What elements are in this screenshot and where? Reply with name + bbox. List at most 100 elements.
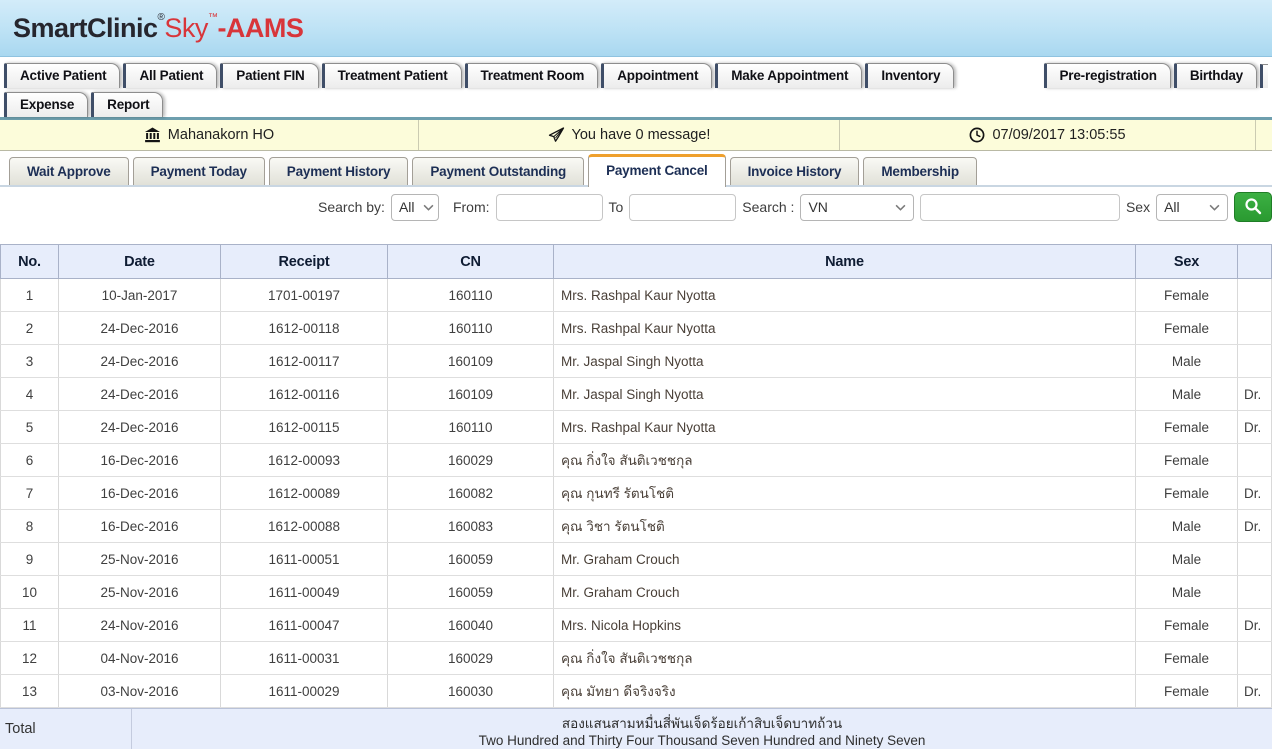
cell-date: 24-Dec-2016 <box>59 345 221 378</box>
cell-doctor: Dr. <box>1238 411 1272 444</box>
search-type-select[interactable]: VN <box>800 194 914 221</box>
col-header-name: Name <box>554 245 1136 279</box>
table-row[interactable]: 5 24-Dec-2016 1612-00115 160110 Mrs. Ras… <box>1 411 1272 444</box>
table-row[interactable]: 9 25-Nov-2016 1611-00051 160059 Mr. Grah… <box>1 543 1272 576</box>
main-tab[interactable]: Treatment Patient <box>322 63 462 88</box>
app-logo: SmartClinic®Sky™-AAMS <box>13 13 303 44</box>
to-label: To <box>609 199 624 215</box>
col-header-sex: Sex <box>1136 245 1238 279</box>
main-tabs-row1-right: Pre-registrationBirthday <box>1044 63 1261 88</box>
cell-doctor <box>1238 312 1272 345</box>
table-body: 1 10-Jan-2017 1701-00197 160110 Mrs. Ras… <box>1 279 1272 708</box>
cell-sex: Female <box>1136 411 1238 444</box>
message-info[interactable]: You have 0 message! <box>419 120 840 150</box>
branch-name: Mahanakorn HO <box>168 127 274 143</box>
cell-doctor <box>1238 345 1272 378</box>
cell-receipt: 1612-00089 <box>221 477 388 510</box>
table-row[interactable]: 3 24-Dec-2016 1612-00117 160109 Mr. Jasp… <box>1 345 1272 378</box>
main-tab[interactable]: Appointment <box>601 63 712 88</box>
cell-name: Mrs. Rashpal Kaur Nyotta <box>554 411 1136 444</box>
message-text: You have 0 message! <box>572 127 711 143</box>
col-header-no: No. <box>1 245 59 279</box>
main-tab-sliver[interactable] <box>1260 64 1268 88</box>
total-amount-thai: สองแสนสามหมื่นสี่พันเจ็ดร้อยเก้าสิบเจ็ดบ… <box>132 715 1272 732</box>
cell-receipt: 1611-00031 <box>221 642 388 675</box>
cell-doctor: Dr. <box>1238 675 1272 708</box>
main-tab[interactable]: Patient FIN <box>220 63 318 88</box>
cell-no: 6 <box>1 444 59 477</box>
cell-name: Mr. Jaspal Singh Nyotta <box>554 378 1136 411</box>
sub-tab[interactable]: Payment Outstanding <box>412 157 584 185</box>
cell-cn: 160059 <box>388 576 554 609</box>
table-row[interactable]: 1 10-Jan-2017 1701-00197 160110 Mrs. Ras… <box>1 279 1272 312</box>
main-tab[interactable]: Report <box>91 92 163 117</box>
main-tab[interactable]: All Patient <box>123 63 217 88</box>
col-header-receipt: Receipt <box>221 245 388 279</box>
cell-name: คุณ มัทยา ดีจริงจริง <box>554 675 1136 708</box>
cell-doctor <box>1238 444 1272 477</box>
table-row[interactable]: 2 24-Dec-2016 1612-00118 160110 Mrs. Ras… <box>1 312 1272 345</box>
sub-tab[interactable]: Payment Cancel <box>588 154 726 187</box>
info-bar: Mahanakorn HO You have 0 message! 07/09/… <box>0 120 1272 151</box>
cell-name: คุณ กุนทรี รัตนโชติ <box>554 477 1136 510</box>
cell-name: Mr. Graham Crouch <box>554 543 1136 576</box>
cell-sex: Female <box>1136 477 1238 510</box>
from-date-input[interactable] <box>496 194 603 221</box>
cell-date: 16-Dec-2016 <box>59 477 221 510</box>
sub-tab[interactable]: Wait Approve <box>9 157 129 185</box>
table-row[interactable]: 4 24-Dec-2016 1612-00116 160109 Mr. Jasp… <box>1 378 1272 411</box>
main-tab[interactable]: Expense <box>4 92 88 117</box>
sub-tab[interactable]: Payment History <box>269 157 409 185</box>
main-tabs-row2: ExpenseReport <box>4 92 166 117</box>
cell-cn: 160110 <box>388 279 554 312</box>
cell-doctor <box>1238 279 1272 312</box>
main-tab[interactable]: Active Patient <box>4 63 120 88</box>
cell-date: 16-Dec-2016 <box>59 510 221 543</box>
cell-no: 9 <box>1 543 59 576</box>
table-row[interactable]: 7 16-Dec-2016 1612-00089 160082 คุณ กุนท… <box>1 477 1272 510</box>
search-by-select[interactable]: All <box>391 194 439 221</box>
cell-receipt: 1611-00049 <box>221 576 388 609</box>
sub-tab[interactable]: Membership <box>863 157 977 185</box>
chevron-down-icon <box>1209 204 1220 211</box>
table-row[interactable]: 13 03-Nov-2016 1611-00029 160030 คุณ มัท… <box>1 675 1272 708</box>
cell-date: 16-Dec-2016 <box>59 444 221 477</box>
to-date-input[interactable] <box>629 194 736 221</box>
cell-receipt: 1612-00117 <box>221 345 388 378</box>
cell-cn: 160110 <box>388 411 554 444</box>
sub-tab[interactable]: Payment Today <box>133 157 265 185</box>
sub-tab[interactable]: Invoice History <box>730 157 860 185</box>
search-button[interactable] <box>1234 192 1272 222</box>
main-tab[interactable]: Treatment Room <box>465 63 599 88</box>
main-tab[interactable]: Pre-registration <box>1044 63 1171 88</box>
cell-date: 03-Nov-2016 <box>59 675 221 708</box>
table-row[interactable]: 11 24-Nov-2016 1611-00047 160040 Mrs. Ni… <box>1 609 1272 642</box>
cell-no: 13 <box>1 675 59 708</box>
table-row[interactable]: 6 16-Dec-2016 1612-00093 160029 คุณ กิ่ง… <box>1 444 1272 477</box>
sex-value: All <box>1164 199 1180 215</box>
total-label: Total <box>0 709 132 749</box>
cell-sex: Male <box>1136 378 1238 411</box>
chevron-down-icon <box>895 204 906 211</box>
table-row[interactable]: 10 25-Nov-2016 1611-00049 160059 Mr. Gra… <box>1 576 1272 609</box>
cell-doctor: Dr. <box>1238 477 1272 510</box>
cell-date: 24-Dec-2016 <box>59 312 221 345</box>
cell-sex: Female <box>1136 279 1238 312</box>
cell-cn: 160030 <box>388 675 554 708</box>
search-query-input[interactable] <box>920 194 1120 221</box>
cell-no: 5 <box>1 411 59 444</box>
info-bar-spacer <box>1256 120 1272 150</box>
table-row[interactable]: 12 04-Nov-2016 1611-00031 160029 คุณ กิ่… <box>1 642 1272 675</box>
cell-name: คุณ วิชา รัตนโชติ <box>554 510 1136 543</box>
cell-receipt: 1612-00088 <box>221 510 388 543</box>
cell-sex: Female <box>1136 675 1238 708</box>
sub-tab-bar: Wait ApprovePayment TodayPayment History… <box>0 151 1272 187</box>
main-tab[interactable]: Inventory <box>865 63 954 88</box>
cell-doctor <box>1238 642 1272 675</box>
cell-receipt: 1612-00115 <box>221 411 388 444</box>
sex-select[interactable]: All <box>1156 194 1228 221</box>
main-tab[interactable]: Make Appointment <box>715 63 862 88</box>
table-row[interactable]: 8 16-Dec-2016 1612-00088 160083 คุณ วิชา… <box>1 510 1272 543</box>
main-tab[interactable]: Birthday <box>1174 63 1257 88</box>
cell-date: 10-Jan-2017 <box>59 279 221 312</box>
